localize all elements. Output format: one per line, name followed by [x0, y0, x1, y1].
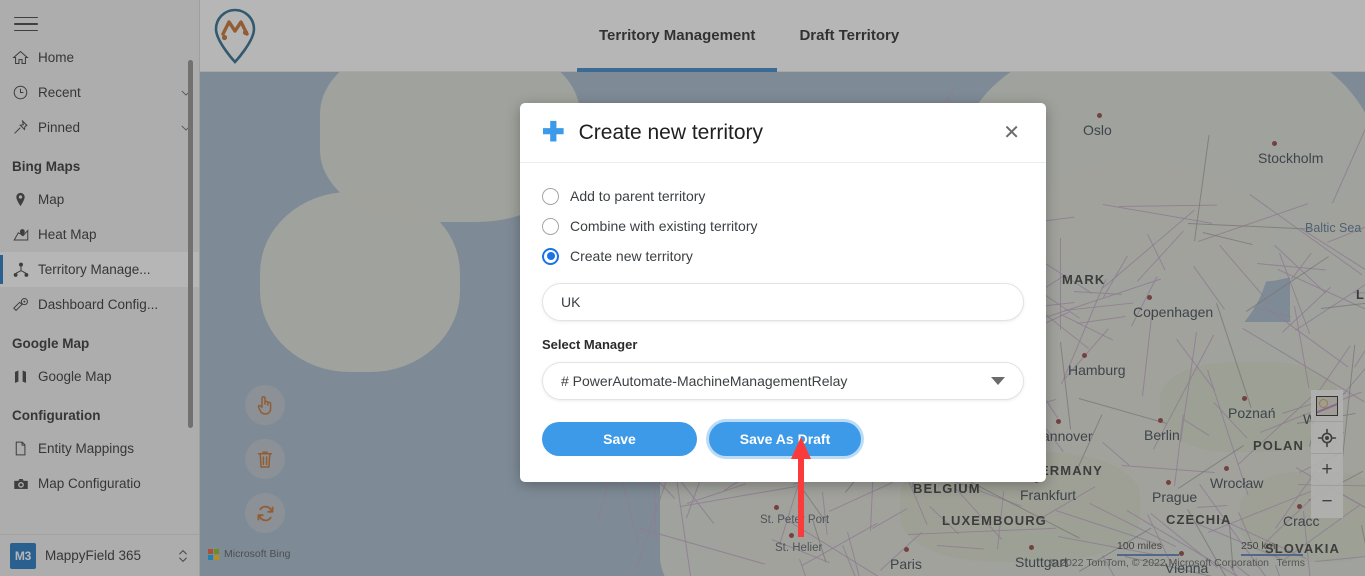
radio-add-to-parent-territory[interactable]: Add to parent territory: [542, 181, 1024, 211]
dialog-actions: Save Save As Draft: [542, 422, 1024, 456]
create-territory-dialog: ✚ Create new territory ✕ Add to parent t…: [520, 103, 1046, 482]
annotation-arrow: [791, 437, 811, 537]
save-as-draft-button[interactable]: Save As Draft: [709, 422, 861, 456]
dialog-header: ✚ Create new territory ✕: [520, 103, 1046, 163]
radio-create-new-territory[interactable]: Create new territory: [542, 241, 1024, 271]
save-button[interactable]: Save: [542, 422, 697, 456]
radio-label: Add to parent territory: [570, 188, 706, 204]
radio-circle-icon: [542, 187, 559, 205]
radio-combine-with-existing-territory[interactable]: Combine with existing territory: [542, 211, 1024, 241]
select-manager-label: Select Manager: [542, 337, 638, 352]
dialog-title: Create new territory: [578, 120, 764, 144]
plus-icon: ✚: [542, 117, 565, 147]
close-icon[interactable]: ✕: [999, 119, 1024, 147]
dialog-body: Add to parent territory Combine with exi…: [520, 163, 1046, 482]
app-root: Home Recent Pinned Bing Maps Map Heat Ma…: [0, 0, 1365, 576]
manager-selected-value: # PowerAutomate-MachineManagementRelay: [561, 373, 848, 389]
chevron-down-icon: [991, 377, 1005, 385]
radio-circle-icon: [542, 217, 559, 235]
manager-dropdown[interactable]: # PowerAutomate-MachineManagementRelay: [542, 362, 1024, 400]
radio-circle-selected-icon: [542, 247, 559, 265]
radio-label: Create new territory: [570, 248, 693, 264]
territory-name-input[interactable]: [542, 283, 1024, 321]
radio-label: Combine with existing territory: [570, 218, 758, 234]
